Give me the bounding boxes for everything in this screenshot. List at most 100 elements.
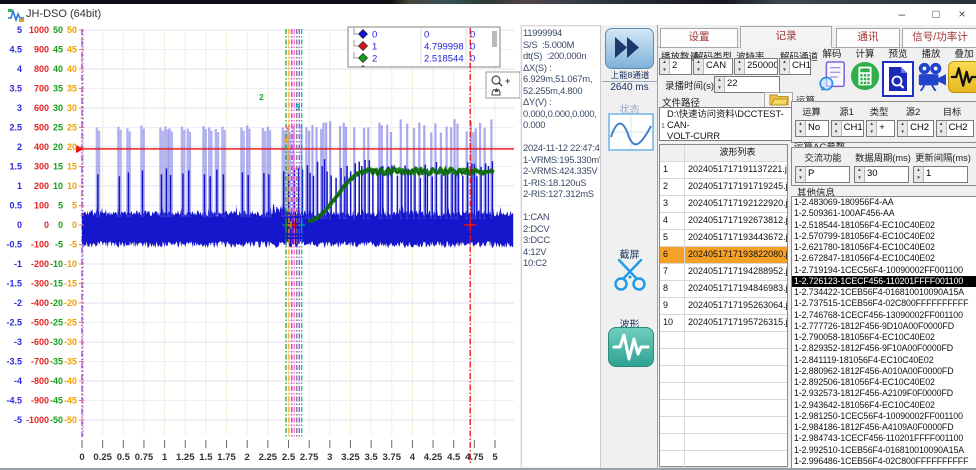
- can-frame-row[interactable]: 1-2.981250-1CEC56F4-10090002FF001100: [792, 411, 976, 422]
- can-frame-row[interactable]: 1-2.880962-1812F456-A010A00F0000FD: [792, 366, 976, 377]
- spin-up-icon[interactable]: ▲: [898, 121, 907, 129]
- can-frame-row[interactable]: 1-2.790058-181056F4-EC10C40E02: [792, 332, 976, 343]
- waveform-button[interactable]: [608, 327, 654, 367]
- can-frame-row[interactable]: 1-2.570799-181056F4-EC10C40E02: [792, 231, 976, 242]
- decode-channel-spinner[interactable]: ▲▼CH1: [779, 58, 811, 75]
- calculate-button[interactable]: 计算: [849, 46, 881, 97]
- can-frame-row[interactable]: 1-2.518544-181056F4-EC10C40E02: [792, 220, 976, 231]
- ac-spinner-0[interactable]: ▲▼P: [795, 166, 850, 183]
- legend-scrollbar[interactable]: [492, 31, 497, 47]
- spin-up-icon[interactable]: ▲: [855, 167, 864, 175]
- can-frame-row[interactable]: 1-2.996486-1CEB56F4-02C800FFFFFFFFFF: [792, 456, 976, 467]
- overlay-button[interactable]: 叠加: [948, 46, 976, 97]
- op-spinner-2[interactable]: ▲▼+: [866, 120, 895, 137]
- can-frame-row[interactable]: 1-2.509361-100AF456-AA: [792, 208, 976, 219]
- tab-record[interactable]: 记录: [740, 26, 832, 48]
- spin-up-icon[interactable]: ▲: [914, 167, 923, 175]
- can-frame-row[interactable]: 1-2.719194-1CEC56F4-10090002FF001100: [792, 265, 976, 276]
- wave-table-row[interactable]: 92024051717195263064.j: [660, 298, 787, 315]
- can-frame-row[interactable]: 1-2.483069-180956F4-AA: [792, 197, 976, 208]
- can-frame-row[interactable]: 1-2.734422-1CEB56F4-016810010090A15A: [792, 287, 976, 298]
- can-frame-row[interactable]: 1-2.984186-1812F456-A4109A0F0000FD: [792, 422, 976, 433]
- can-frame-row[interactable]: 1-2.932573-1812F456-A2109F0F0000FD: [792, 388, 976, 399]
- can-frame-row[interactable]: 1-2.726123-1CECF456-110201FFFF001100: [792, 276, 976, 287]
- spin-up-icon[interactable]: ▲: [715, 77, 724, 85]
- ac-spinner-2[interactable]: ▲▼1: [913, 166, 968, 183]
- spin-up-icon[interactable]: ▲: [694, 59, 703, 67]
- spin-down-icon[interactable]: ▼: [715, 85, 724, 93]
- maximize-button[interactable]: □: [922, 6, 950, 24]
- wave-table-row[interactable]: 22024051717191719245.j: [660, 179, 787, 196]
- spin-down-icon[interactable]: ▼: [660, 67, 669, 75]
- oscilloscope-chart-area[interactable]: 25<400014.799998022.5185440+5100050504.5…: [0, 25, 520, 470]
- spin-down-icon[interactable]: ▼: [780, 67, 789, 75]
- can-frame-row[interactable]: 1-2.672847-181056F4-EC10C40E02: [792, 253, 976, 264]
- wave-table-row[interactable]: [660, 366, 787, 383]
- tab-settings[interactable]: 设置: [660, 28, 738, 48]
- can-frame-row[interactable]: 1-2.984743-1CECF456-110201FFFF001100: [792, 433, 976, 444]
- can-frame-row[interactable]: 1-2.621780-181056F4-EC10C40E02: [792, 242, 976, 253]
- wave-table-row[interactable]: 72024051717194288952.j: [660, 264, 787, 281]
- spin-down-icon[interactable]: ▼: [735, 67, 744, 75]
- baud-rate-spinner[interactable]: ▲▼250000: [734, 58, 778, 75]
- zoom-tools[interactable]: +: [486, 72, 520, 98]
- can-frame-list[interactable]: 1-2.483069-180956F4-AA1-2.509361-100AF45…: [791, 196, 976, 469]
- op-spinner-1[interactable]: ▲▼CH1: [831, 120, 865, 137]
- wave-table-row[interactable]: 32024051717192122920.j: [660, 196, 787, 213]
- wave-table-row[interactable]: [660, 332, 787, 349]
- spin-up-icon[interactable]: ▲: [735, 59, 744, 67]
- can-frame-row[interactable]: 1-2.943642-181056F4-EC10C40E02: [792, 400, 976, 411]
- op-spinner-4[interactable]: ▲▼CH2: [936, 120, 974, 137]
- wave-table-row[interactable]: [660, 349, 787, 366]
- close-button[interactable]: ×: [948, 6, 976, 24]
- tab-comm[interactable]: 通讯: [836, 28, 900, 48]
- waveform-list-table[interactable]: 波形列表12024051717191137221.j22024051717191…: [659, 144, 788, 467]
- legend-box[interactable]: 00014.799998022.5185440: [348, 27, 500, 75]
- play-count-spinner[interactable]: ▲▼2: [659, 58, 692, 75]
- ac-spinner-1[interactable]: ▲▼30: [854, 166, 909, 183]
- spin-down-icon[interactable]: ▼: [867, 129, 876, 137]
- wave-table-row[interactable]: 52024051717193443672.j: [660, 230, 787, 247]
- decode-type-spinner[interactable]: ▲▼CAN: [693, 58, 733, 75]
- spin-up-icon[interactable]: ▲: [867, 121, 876, 129]
- wave-table-row[interactable]: 62024051717193822080.j: [660, 247, 787, 264]
- op-spinner-0[interactable]: ▲▼No: [795, 120, 829, 137]
- spin-down-icon[interactable]: ▼: [914, 175, 923, 183]
- wave-table-row[interactable]: 12024051717191137221.j: [660, 162, 787, 179]
- wave-table-row[interactable]: 102024051717195726315.j: [660, 315, 787, 332]
- decode-button[interactable]: 解码: [816, 46, 848, 97]
- wave-table-row[interactable]: [660, 451, 787, 468]
- spin-down-icon[interactable]: ▼: [855, 175, 864, 183]
- wave-table-row[interactable]: [660, 417, 787, 434]
- status-waveform-icon[interactable]: [608, 113, 654, 151]
- can-frame-row[interactable]: 1-2.777726-1812F456-9D10A00F0000FD: [792, 321, 976, 332]
- record-time-spinner[interactable]: ▲▼22: [714, 76, 780, 93]
- spin-up-icon[interactable]: ▲: [832, 121, 841, 129]
- wave-table-row[interactable]: [660, 434, 787, 451]
- spin-down-icon[interactable]: ▼: [796, 175, 805, 183]
- play-button[interactable]: 播放: [915, 46, 947, 97]
- can-frame-row[interactable]: 1-2.746768-1CECF456-13090002FF001100: [792, 310, 976, 321]
- wave-table-row[interactable]: 42024051717192673812.j: [660, 213, 787, 230]
- spin-up-icon[interactable]: ▲: [937, 121, 946, 129]
- op-spinner-3[interactable]: ▲▼CH2: [897, 120, 934, 137]
- spin-up-icon[interactable]: ▲: [796, 121, 805, 129]
- oscilloscope-plot[interactable]: 25<400014.799998022.5185440+5100050504.5…: [0, 25, 520, 470]
- fast-forward-button[interactable]: [605, 28, 654, 69]
- spin-down-icon[interactable]: ▼: [832, 129, 841, 137]
- can-frame-row[interactable]: 1-2.737515-1CEB56F4-02C800FFFFFFFFFF: [792, 298, 976, 309]
- tab-signal-power[interactable]: 信号/功率计: [902, 28, 976, 48]
- spin-up-icon[interactable]: ▲: [660, 59, 669, 67]
- can-frame-row[interactable]: 1-2.841119-181056F4-EC10C40E02: [792, 355, 976, 366]
- wave-table-row[interactable]: [660, 400, 787, 417]
- wave-table-row[interactable]: 82024051717194846983.j: [660, 281, 787, 298]
- spin-down-icon[interactable]: ▼: [796, 129, 805, 137]
- scissors-screenshot-icon[interactable]: [610, 257, 650, 298]
- spin-up-icon[interactable]: ▲: [780, 59, 789, 67]
- minimize-button[interactable]: –: [888, 6, 916, 24]
- spin-up-icon[interactable]: ▲: [796, 167, 805, 175]
- file-path-box[interactable]: 1 D:\快速访问资料\DCCTEST-CAN-VOLT-CURR: [659, 107, 792, 141]
- spin-down-icon[interactable]: ▼: [937, 129, 946, 137]
- preview-button[interactable]: 预览: [882, 46, 914, 97]
- can-frame-row[interactable]: 1-2.892506-181056F4-EC10C40E02: [792, 377, 976, 388]
